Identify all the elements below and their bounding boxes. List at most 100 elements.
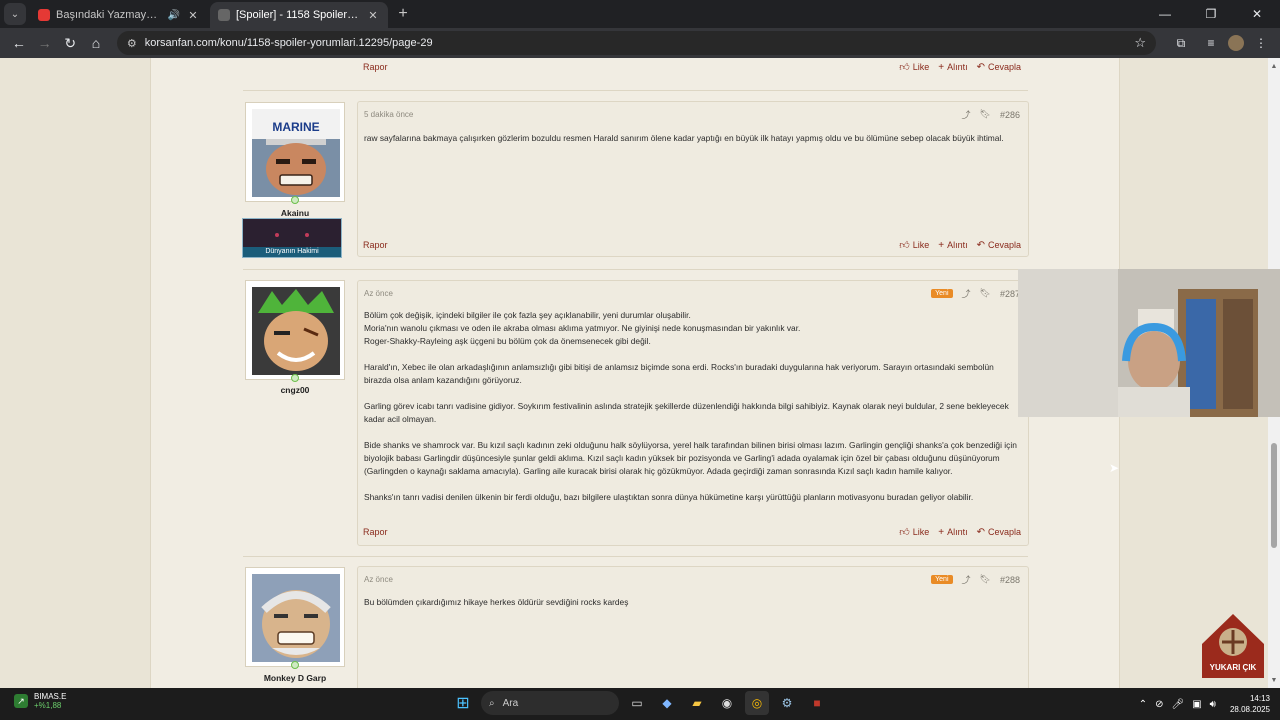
- mouse-cursor-icon: ➤: [1109, 461, 1120, 475]
- address-bar[interactable]: ⚙ korsanfan.com/konu/1158-spoiler-yoruml…: [116, 31, 1156, 55]
- new-tab-button[interactable]: +: [392, 3, 414, 25]
- copilot-icon[interactable]: ◆: [655, 691, 679, 715]
- post-number[interactable]: #286: [1000, 110, 1020, 120]
- quote-button[interactable]: + Alıntı: [938, 526, 967, 538]
- online-status-indicator: [291, 374, 299, 382]
- thread-container: Rapor 👍︎Like +Alıntı ↶Cevapla MARINE: [150, 58, 1120, 688]
- chrome-icon[interactable]: ◎: [745, 691, 769, 715]
- stock-widget[interactable]: ↗ BIMAS.E +%1,88: [14, 692, 66, 710]
- share-icon[interactable]: ⤴: [962, 108, 971, 121]
- reload-icon[interactable]: ↻: [57, 30, 83, 56]
- restore-icon[interactable]: ❐: [1188, 0, 1234, 28]
- user-rank-banner: Dünyanın Hakimi: [242, 218, 342, 258]
- steam-icon[interactable]: ⚙: [775, 691, 799, 715]
- share-icon[interactable]: ⤴: [962, 573, 971, 586]
- close-tab-icon[interactable]: ✕: [186, 9, 200, 22]
- bookmark-icon[interactable]: 🔖︎: [980, 574, 991, 585]
- post-paragraph: Shanks'ın tanrı vadisi denilen ülkenin b…: [364, 492, 974, 502]
- username[interactable]: Akainu: [245, 208, 345, 218]
- bookmark-star-icon[interactable]: ☆: [1134, 35, 1146, 51]
- reply-button[interactable]: ↶ Cevapla: [977, 526, 1021, 538]
- network-status-icon[interactable]: ⊘: [1155, 699, 1163, 710]
- volume-icon[interactable]: 🔊︎: [1210, 699, 1216, 710]
- report-link[interactable]: Rapor: [363, 240, 388, 250]
- like-button[interactable]: 👍︎ Like: [899, 526, 929, 538]
- browser-toolbar: ← → ↻ ⌂ ⚙ korsanfan.com/konu/1158-spoile…: [0, 28, 1280, 58]
- site-info-icon[interactable]: ⚙: [127, 37, 137, 50]
- post-paragraph: Harald'ın, Xebec ile olan arkadaşlığının…: [364, 362, 994, 385]
- post-message-288: Az önce Yeni ⤴ 🔖︎ #288 Bu bölümden çıkar…: [357, 566, 1029, 688]
- post-time[interactable]: 5 dakika önce: [364, 110, 413, 119]
- new-badge: Yeni: [931, 289, 953, 298]
- avatar[interactable]: [245, 567, 345, 667]
- like-button[interactable]: 👍︎ Like: [899, 239, 929, 251]
- media-controls-icon[interactable]: ≡: [1198, 30, 1224, 56]
- avatar[interactable]: MARINE: [245, 102, 345, 202]
- home-icon[interactable]: ⌂: [83, 30, 109, 56]
- clock[interactable]: 14:13 28.08.2025: [1230, 693, 1270, 715]
- stock-chart-icon: ↗: [14, 694, 28, 708]
- plus-icon: +: [938, 61, 945, 73]
- post-time[interactable]: Az önce: [364, 289, 393, 298]
- microphone-icon[interactable]: 🎤︎: [1171, 699, 1184, 710]
- like-button[interactable]: 👍︎ Like: [899, 61, 929, 73]
- menu-kebab-icon[interactable]: ⋮: [1248, 30, 1274, 56]
- reply-button[interactable]: ↶ Cevapla: [977, 239, 1021, 251]
- report-link[interactable]: Rapor: [363, 527, 388, 537]
- obs-icon[interactable]: ◉: [715, 691, 739, 715]
- webcam-feed-image: [1018, 269, 1280, 417]
- game-app-icon[interactable]: ■: [805, 691, 829, 715]
- post-paragraph: Garling görev icabı tanrı vadisine gidiy…: [364, 401, 1009, 424]
- task-view-icon[interactable]: ▭: [625, 691, 649, 715]
- extensions-icon[interactable]: ⧉: [1168, 30, 1194, 56]
- display-icon[interactable]: ▣: [1192, 699, 1201, 710]
- tab-youtube[interactable]: Başındaki Yazmaya - YouTube 🔊 ✕: [30, 2, 208, 28]
- url-text[interactable]: korsanfan.com/konu/1158-spoiler-yorumlar…: [145, 37, 1127, 49]
- bookmark-icon[interactable]: 🔖︎: [980, 288, 991, 299]
- tab-title: Başındaki Yazmaya - YouTube: [56, 9, 162, 21]
- quote-button[interactable]: + Alıntı: [938, 61, 967, 73]
- close-tab-icon[interactable]: ✕: [366, 9, 380, 22]
- scrollbar-thumb[interactable]: [1271, 443, 1277, 548]
- tab-strip: ⌄ Başındaki Yazmaya - YouTube 🔊 ✕ [Spoil…: [0, 0, 1280, 28]
- tab-search-chevron-icon[interactable]: ⌄: [4, 3, 26, 25]
- speaker-icon[interactable]: 🔊: [168, 10, 180, 21]
- post-body: Bu bölümden çıkardığımız hikaye herkes ö…: [364, 596, 1020, 609]
- post-divider: [243, 90, 1028, 91]
- taskbar-search[interactable]: ⌕ Ara: [481, 691, 619, 715]
- profile-avatar-icon[interactable]: [1227, 35, 1244, 51]
- post-footer-286: Rapor 👍︎ Like + Alıntı ↶ Cevapla: [357, 239, 1029, 252]
- reply-button[interactable]: ↶ Cevapla: [977, 61, 1021, 73]
- close-window-icon[interactable]: ✕: [1234, 0, 1280, 28]
- back-to-top-button[interactable]: YUKARI ÇIK: [1202, 614, 1264, 678]
- reply-arrow-icon: ↶: [976, 61, 985, 73]
- bookmark-icon[interactable]: 🔖︎: [980, 109, 991, 120]
- online-status-indicator: [291, 196, 299, 204]
- thumbs-up-icon: 👍︎: [899, 240, 910, 251]
- post-number[interactable]: #288: [1000, 575, 1020, 585]
- forward-arrow-icon[interactable]: →: [32, 30, 58, 56]
- post-number[interactable]: #287: [1000, 289, 1020, 299]
- post-footer-287: Rapor 👍︎ Like + Alıntı ↶ Cevapla: [357, 526, 1029, 539]
- username[interactable]: Monkey D Garp: [245, 673, 345, 683]
- tab-korsanfan[interactable]: [Spoiler] - 1158 Spoiler Yorumları ✕: [210, 2, 388, 28]
- garp-avatar-image: [252, 574, 340, 662]
- scroll-down-icon[interactable]: ▼: [1268, 674, 1280, 686]
- thumbs-up-icon: 👍︎: [899, 527, 910, 538]
- scroll-up-icon[interactable]: ▲: [1268, 60, 1280, 72]
- minimize-icon[interactable]: —: [1142, 0, 1188, 28]
- svg-text:MARINE: MARINE: [272, 120, 319, 134]
- windows-start-icon[interactable]: ⊞: [451, 691, 475, 715]
- username[interactable]: cngz00: [245, 385, 345, 395]
- plus-icon: +: [938, 526, 945, 538]
- avatar[interactable]: [245, 280, 345, 380]
- post-time[interactable]: Az önce: [364, 575, 393, 584]
- tray-expand-icon[interactable]: ⌃: [1139, 699, 1147, 710]
- share-icon[interactable]: ⤴: [962, 287, 971, 300]
- back-arrow-icon[interactable]: ←: [6, 30, 32, 56]
- report-link[interactable]: Rapor: [363, 62, 388, 72]
- quote-button[interactable]: + Alıntı: [938, 239, 967, 251]
- window-controls: — ❐ ✕: [1142, 0, 1280, 28]
- file-explorer-icon[interactable]: ▰: [685, 691, 709, 715]
- post-message-287: Az önce Yeni ⤴ 🔖︎ #287 Bölüm çok değişik…: [357, 280, 1029, 546]
